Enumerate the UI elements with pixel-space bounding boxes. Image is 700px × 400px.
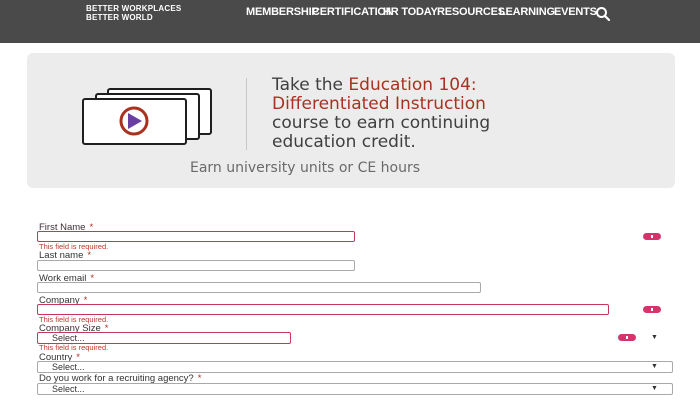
promo-line4: education credit. bbox=[272, 132, 416, 152]
search-icon[interactable] bbox=[595, 6, 611, 22]
recruiting-agency-select[interactable]: Select... bbox=[37, 383, 673, 395]
company-size-error: This field is required. bbox=[39, 343, 109, 352]
promo-line1-prefix: Take the bbox=[272, 75, 349, 95]
first-name-input[interactable] bbox=[37, 231, 355, 242]
promo-subtext: Earn university units or CE hours bbox=[190, 160, 421, 176]
first-name-error-icon bbox=[643, 233, 661, 240]
work-email-input[interactable] bbox=[37, 282, 481, 293]
company-error-icon bbox=[643, 306, 661, 313]
nav-resources[interactable]: RESOURCES bbox=[437, 6, 505, 18]
nav-certification[interactable]: CERTIFICATION bbox=[312, 6, 394, 18]
nav-learning[interactable]: LEARNING bbox=[499, 6, 555, 18]
promo-divider bbox=[246, 78, 247, 150]
last-name-input[interactable] bbox=[37, 260, 355, 271]
nav-events[interactable]: EVENTS bbox=[554, 6, 597, 18]
video-stack-icon bbox=[82, 88, 212, 145]
country-dropdown-icon[interactable]: ▼ bbox=[651, 363, 658, 371]
promo-line3: course to earn continuing bbox=[272, 113, 491, 133]
site-logo[interactable]: BETTER WORKPLACES BETTER WORLD bbox=[86, 4, 181, 22]
recruiting-dropdown-icon[interactable]: ▼ bbox=[651, 385, 658, 393]
promo-headline: Take the Education 104: Differentiated I… bbox=[272, 76, 652, 152]
logo-line-1: BETTER WORKPLACES bbox=[86, 4, 182, 13]
nav-hr-today[interactable]: HR TODAY bbox=[383, 6, 438, 18]
promo-course-name-1: Education 104: bbox=[348, 75, 477, 95]
nav-membership[interactable]: MEMBERSHIP bbox=[246, 6, 319, 18]
logo-line-2: BETTER WORLD bbox=[86, 13, 153, 22]
company-size-dropdown-icon[interactable]: ▼ bbox=[651, 334, 658, 342]
top-nav-bar: BETTER WORKPLACES BETTER WORLD MEMBERSHI… bbox=[0, 0, 700, 43]
company-size-error-icon bbox=[618, 334, 636, 341]
promo-course-name-2: Differentiated Instruction bbox=[272, 94, 486, 114]
country-select[interactable]: Select... bbox=[37, 361, 673, 373]
company-input[interactable] bbox=[37, 304, 609, 315]
